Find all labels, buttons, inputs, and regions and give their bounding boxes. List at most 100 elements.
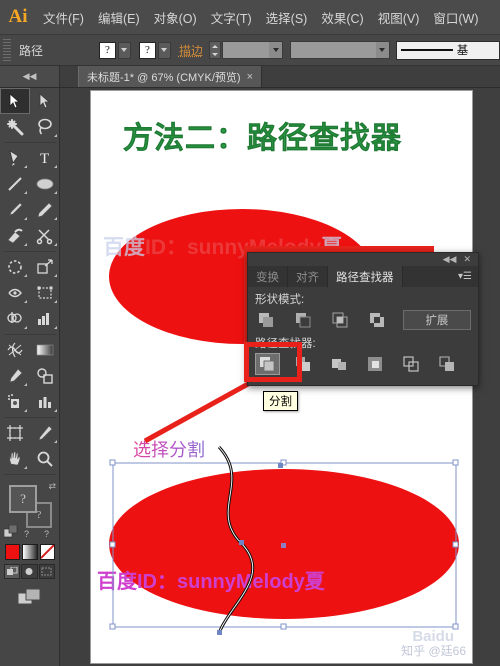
document-tab-strip: ◀◀ 未标题-1* @ 67% (CMYK/预览) × [0, 66, 500, 88]
crop-button[interactable] [363, 353, 388, 375]
ellipse-tool[interactable] [30, 171, 60, 197]
intersect-button[interactable] [329, 309, 352, 331]
red-annotation-divide-box [244, 342, 302, 382]
direct-selection-tool[interactable] [30, 88, 60, 114]
stroke-swatch-dropdown[interactable] [157, 41, 171, 59]
stroke-style-combo[interactable]: 基 [395, 40, 500, 60]
annotation-note: 选择分割 [133, 436, 205, 462]
watermark-bottom: 百度ID：sunnyMelody夏 [97, 571, 325, 593]
minus-front-button[interactable] [292, 309, 315, 331]
tab-row-spacer [402, 266, 459, 287]
scale-tool[interactable] [30, 254, 60, 280]
fill-swatch[interactable]: ? [98, 41, 116, 59]
menu-item-window[interactable]: 窗口(W) [426, 8, 485, 27]
tab-transform[interactable]: 变换 [248, 266, 288, 287]
line-segment-tool[interactable] [0, 171, 30, 197]
free-transform-tool[interactable] [30, 280, 60, 306]
bottom-red-ellipse[interactable] [109, 469, 459, 619]
gradient-button[interactable] [22, 544, 38, 560]
menu-item-edit[interactable]: 编辑(E) [91, 8, 147, 27]
fill-color-box[interactable]: ? [9, 485, 37, 513]
draw-normal-button[interactable] [4, 564, 21, 579]
draw-behind-button[interactable] [21, 564, 38, 579]
magic-wand-tool[interactable] [0, 114, 30, 140]
tools-panel: T ⇄ ? ? ? ? [0, 88, 60, 666]
control-bar-grip[interactable] [3, 39, 11, 61]
blend-tool[interactable] [30, 363, 60, 389]
artboard-title: 方法二：路径查找器 [123, 121, 402, 157]
unite-button[interactable] [255, 309, 278, 331]
shape-modes-label: 形状模式: [255, 294, 305, 306]
merge-button[interactable] [327, 353, 352, 375]
control-bar: 路径 ? ? 描边 基 [0, 35, 500, 66]
slice-tool[interactable] [30, 420, 60, 446]
drawing-mode-row [0, 560, 59, 579]
minus-back-button[interactable] [435, 353, 460, 375]
tool-divider [4, 334, 56, 335]
tool-divider [4, 417, 56, 418]
fill-swatch-dropdown[interactable] [117, 41, 131, 59]
shape-modes-row: 扩展 [248, 309, 478, 331]
outline-button[interactable] [399, 353, 424, 375]
draw-inside-button[interactable] [38, 564, 55, 579]
tool-divider [4, 474, 56, 475]
swap-fill-stroke-icon[interactable]: ⇄ [48, 481, 56, 492]
watermark-top-prefix: 百度 [103, 236, 145, 259]
screen-mode-button[interactable] [0, 579, 59, 607]
stroke-weight-combo[interactable] [221, 41, 284, 59]
none-indicator-1: ? [24, 529, 30, 539]
document-tab[interactable]: 未标题-1* @ 67% (CMYK/预览) × [78, 66, 263, 87]
panel-menu-icon[interactable]: ▾☰ [458, 266, 478, 287]
paintbrush-tool[interactable] [0, 197, 30, 223]
none-button[interactable] [39, 544, 55, 560]
shape-builder-tool[interactable] [0, 306, 30, 332]
pen-tool[interactable] [0, 145, 30, 171]
gradient-tool[interactable] [30, 337, 60, 363]
default-fill-stroke-icon[interactable] [3, 524, 18, 539]
stroke-weight-combo-arrow[interactable] [269, 42, 283, 58]
menu-item-view[interactable]: 视图(V) [371, 8, 427, 27]
selection-tool[interactable] [0, 88, 30, 114]
scissors-tool[interactable] [30, 223, 60, 249]
artboard-tool[interactable] [0, 420, 30, 446]
pencil-tool[interactable] [30, 197, 60, 223]
menu-item-file[interactable]: 文件(F) [36, 8, 91, 27]
tab-align[interactable]: 对齐 [288, 266, 328, 287]
panel-collapse-button[interactable]: ◀◀ [0, 66, 60, 87]
stroke-profile-combo-arrow[interactable] [375, 42, 389, 58]
perspective-grid-tool[interactable] [30, 306, 60, 332]
blob-brush-tool[interactable] [0, 223, 30, 249]
rotate-tool[interactable] [0, 254, 30, 280]
lasso-tool[interactable] [30, 114, 60, 140]
menu-item-object[interactable]: 对象(O) [147, 8, 204, 27]
collapse-icon[interactable]: ◀◀ [443, 254, 457, 265]
zoom-tool[interactable] [30, 446, 60, 472]
type-tool[interactable]: T [30, 145, 60, 171]
stroke-profile-combo[interactable] [290, 41, 390, 59]
close-icon[interactable]: ✕ [463, 254, 471, 265]
symbol-sprayer-tool[interactable] [0, 389, 30, 415]
menu-item-select[interactable]: 选择(S) [259, 8, 315, 27]
stroke-swatch[interactable]: ? [138, 41, 156, 59]
eyedropper-tool[interactable] [0, 363, 30, 389]
none-indicator-2: ? [44, 529, 50, 539]
stroke-style-label: 基 [456, 45, 469, 57]
tab-pathfinder[interactable]: 路径查找器 [328, 266, 403, 287]
width-tool[interactable] [0, 280, 30, 306]
exclude-button[interactable] [366, 309, 389, 331]
color-swatch-button[interactable] [5, 544, 21, 560]
menu-item-effect[interactable]: 效果(C) [314, 8, 370, 27]
divide-tooltip: 分割 [263, 391, 298, 411]
pathfinder-tab-row: 变换 对齐 路径查找器 ▾☰ [248, 266, 478, 287]
illustrator-window: Ai 文件(F) 编辑(E) 对象(O) 文字(T) 选择(S) 效果(C) 视… [0, 0, 500, 666]
stroke-label[interactable]: 描边 [179, 42, 203, 59]
mesh-tool[interactable] [0, 337, 30, 363]
document-tab-label: 未标题-1* @ 67% (CMYK/预览) [87, 71, 241, 84]
selected-object-label: 路径 [18, 43, 43, 58]
menu-item-type[interactable]: 文字(T) [204, 8, 259, 27]
close-icon[interactable]: × [247, 71, 253, 83]
expand-button[interactable]: 扩展 [402, 310, 472, 330]
stroke-weight-stepper[interactable] [208, 41, 221, 59]
column-graph-tool[interactable] [30, 389, 60, 415]
hand-tool[interactable] [0, 446, 30, 472]
